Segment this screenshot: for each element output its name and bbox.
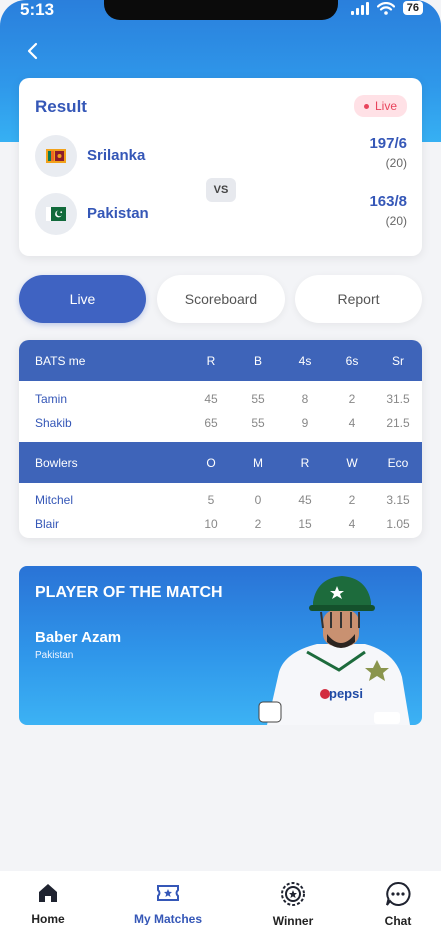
table-cell: 45 (298, 493, 312, 507)
nav-item-chat[interactable]: Chat (358, 881, 438, 925)
live-dot-icon (363, 104, 369, 110)
table-cell: 55 (251, 392, 265, 406)
table-row[interactable]: Mitchel 5 0 45 2 3.15 (19, 488, 422, 512)
tab-scoreboard[interactable]: Scoreboard (157, 275, 285, 323)
tab-live[interactable]: Live (19, 275, 146, 323)
team-overs: (20) (385, 156, 407, 170)
table-cell: 9 (301, 416, 309, 430)
nav-item-my-matches[interactable]: My Matches (128, 881, 208, 925)
column-header: M (253, 455, 263, 470)
player-of-match-card[interactable]: PLAYER OF THE MATCH Baber Azam Pakistan … (19, 566, 422, 725)
team-name: Pakistan (87, 205, 149, 222)
nav-label: Winner (272, 914, 314, 925)
column-header: Sr (392, 353, 404, 368)
column-header: B (253, 353, 262, 368)
table-cell: 2 (348, 392, 356, 406)
team-runs: 163/8 (369, 193, 407, 210)
pakistan-flag-icon (35, 193, 77, 235)
nav-label: My Matches (133, 912, 203, 925)
potm-player-country: Pakistan (35, 650, 74, 661)
team-name: Srilanka (87, 147, 146, 164)
tab-report[interactable]: Report (295, 275, 422, 323)
column-header: R (300, 455, 310, 470)
jersey-text: pepsi (329, 686, 363, 701)
table-cell: 15 (298, 517, 312, 531)
nav-item-home[interactable]: Home (8, 881, 88, 925)
table-cell: 4 (348, 416, 356, 430)
stats-card: BATS me R B 4s 6s Sr Tamin 45 55 8 2 31.… (19, 340, 422, 538)
medal-icon (281, 882, 305, 906)
table-cell: 31.5 (386, 392, 410, 406)
signal-icon (350, 1, 369, 15)
table-row[interactable]: Shakib 65 55 9 4 21.5 (19, 411, 422, 435)
column-header: Eco (387, 455, 409, 470)
status-bar: 5:13 76 (0, 0, 441, 22)
column-header: W (346, 455, 358, 470)
column-header: R (206, 353, 216, 368)
bowling-table-header: Bowlers O M R W Eco (19, 442, 422, 483)
battery-indicator: 76 (402, 1, 423, 15)
table-cell: 5 (207, 493, 215, 507)
status-icons: 76 (350, 1, 423, 15)
nav-item-winner[interactable]: Winner (253, 881, 333, 925)
back-button[interactable] (22, 40, 44, 62)
team-row[interactable]: Srilanka 197/6 (20) (35, 135, 407, 177)
potm-player-name: Baber Azam (35, 629, 122, 646)
table-cell: 21.5 (386, 416, 410, 430)
column-header: BATS me (35, 353, 86, 368)
live-badge-label: Live (374, 99, 397, 113)
table-cell: 1.05 (386, 517, 410, 531)
nav-label: Home (31, 912, 65, 925)
table-cell: 3.15 (386, 493, 410, 507)
table-cell: 65 (204, 416, 218, 430)
column-header: Bowlers (35, 455, 78, 470)
nav-label: Chat (384, 914, 412, 925)
wifi-icon (376, 1, 395, 15)
bottom-navigation: Home My Matches Winner Chat (0, 871, 441, 925)
team-runs: 197/6 (369, 135, 407, 152)
player-photo: pepsi (258, 576, 410, 725)
table-row[interactable]: Blair 10 2 15 4 1.05 (19, 512, 422, 536)
table-cell: 2 (348, 493, 356, 507)
status-time: 5:13 (20, 0, 55, 19)
table-cell: 4 (348, 517, 356, 531)
table-cell: 2 (254, 517, 262, 531)
table-cell: 0 (254, 493, 262, 507)
player-name: Blair (35, 517, 60, 531)
live-badge: Live (353, 95, 407, 117)
player-name: Tamin (35, 392, 68, 406)
column-header: 6s (345, 353, 359, 368)
team-overs: (20) (385, 214, 407, 228)
team-score: 163/8 (20) (369, 193, 407, 228)
table-cell: 8 (301, 392, 309, 406)
camera-notch (104, 0, 338, 20)
batting-table-header: BATS me R B 4s 6s Sr (19, 340, 422, 381)
result-title: Result (35, 97, 87, 116)
column-header: O (206, 455, 216, 470)
column-header: 4s (298, 353, 312, 368)
sri-lanka-flag-icon (35, 135, 77, 177)
home-icon (39, 884, 57, 902)
chevron-left-icon (27, 42, 38, 60)
table-cell: 10 (204, 517, 218, 531)
result-card: Result Live Srilanka 197/6 (20) VS Pakis… (19, 78, 422, 256)
table-cell: 55 (251, 416, 265, 430)
player-name: Shakib (35, 416, 72, 430)
player-name: Mitchel (35, 493, 74, 507)
potm-title: PLAYER OF THE MATCH (35, 584, 223, 601)
table-cell: 45 (204, 392, 218, 406)
ticket-icon (157, 885, 179, 901)
team-score: 197/6 (20) (369, 135, 407, 170)
chat-icon (386, 881, 411, 906)
team-row[interactable]: Pakistan 163/8 (20) (35, 193, 407, 235)
table-row[interactable]: Tamin 45 55 8 2 31.5 (19, 387, 422, 411)
